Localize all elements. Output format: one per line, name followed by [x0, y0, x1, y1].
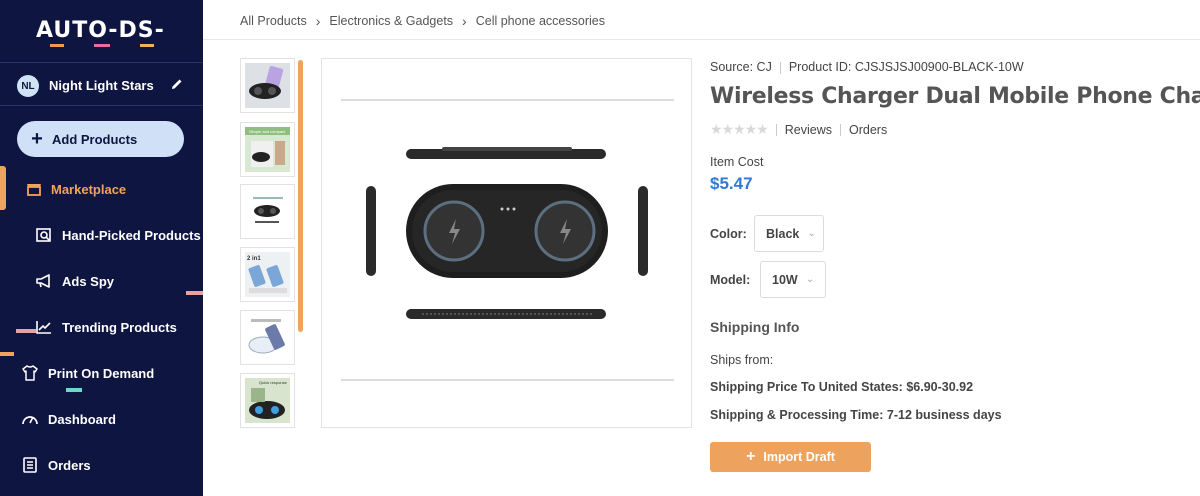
gauge-icon — [21, 410, 39, 428]
reviews-link[interactable]: Reviews — [785, 123, 832, 137]
sidebar-item-print-on-demand[interactable]: Print On Demand — [0, 358, 203, 388]
star-rating-icon: ★★★★★ — [710, 121, 769, 137]
sidebar-item-ads-spy[interactable]: Ads Spy — [0, 266, 203, 296]
sidebar-item-dashboard[interactable]: Dashboard — [0, 404, 203, 434]
header-divider — [203, 39, 1200, 40]
logo-text: AUTO-DS- — [36, 18, 165, 43]
thumbnail[interactable] — [240, 310, 295, 365]
add-products-button[interactable]: + Add Products — [17, 121, 184, 157]
thumbnail[interactable]: 2 in1 — [240, 247, 295, 302]
processing-time-label: Shipping & Processing Time: — [710, 408, 884, 422]
sidebar-item-label: Ads Spy — [62, 273, 115, 289]
tshirt-icon — [21, 364, 39, 382]
processing-time-value: 7-12 business days — [886, 408, 1002, 422]
sidebar-item-label: Orders — [48, 457, 91, 473]
orders-list-icon — [21, 456, 39, 474]
color-label: Color: — [710, 227, 747, 241]
sidebar-item-label: Hand-Picked Products — [62, 227, 201, 243]
thumbnail-scrollbar[interactable] — [298, 60, 303, 332]
store-selector[interactable]: NL Night Light Stars — [0, 62, 203, 106]
megaphone-icon — [35, 272, 53, 290]
chevron-right-icon: › — [462, 13, 467, 29]
model-label: Model: — [710, 273, 751, 287]
chevron-down-icon: ⌄ — [805, 274, 815, 285]
search-box-icon — [35, 226, 53, 244]
sidebar-item-trending[interactable]: Trending Products — [0, 312, 203, 342]
item-cost-label: Item Cost — [710, 155, 764, 169]
plus-icon: + — [746, 448, 756, 465]
chevron-right-icon: › — [315, 13, 321, 29]
sidebar-item-orders[interactable]: Orders — [0, 450, 203, 480]
autods-logo[interactable]: AUTO-DS- — [36, 18, 165, 47]
main-product-image[interactable] — [321, 58, 692, 428]
pencil-icon[interactable] — [170, 77, 184, 91]
item-cost-value: $5.47 — [710, 174, 753, 193]
chevron-down-icon: ⌄ — [807, 228, 816, 239]
add-products-label: Add Products — [52, 131, 138, 147]
processing-time-row: Shipping & Processing Time: 7-12 busines… — [710, 408, 1002, 422]
sidebar-item-label: Dashboard — [48, 411, 116, 427]
thumbnail-text: Simple and compact — [249, 129, 286, 134]
decoration — [186, 291, 203, 295]
thumbnail-text: Quick response — [259, 380, 288, 385]
decoration — [66, 388, 82, 392]
trending-chart-icon — [35, 318, 53, 336]
product-meta: Source: CJ Product ID: CJSJSJSJ00900-BLAC… — [710, 60, 1024, 74]
import-draft-button[interactable]: + Import Draft — [710, 442, 871, 472]
orders-link[interactable]: Orders — [849, 123, 887, 137]
source-label: Source: CJ — [710, 60, 772, 74]
shipping-price-row: Shipping Price To United States: $6.90-3… — [710, 380, 973, 394]
store-avatar: NL — [17, 75, 39, 97]
product-id-label: Product ID: CJSJSJSJ00900-BLACK-10W — [788, 60, 1024, 74]
color-select[interactable]: Black ⌄ — [754, 215, 824, 252]
model-select[interactable]: 10W ⌄ — [760, 261, 826, 298]
import-draft-label: Import Draft — [763, 450, 835, 464]
ships-from-label: Ships from: — [710, 353, 774, 367]
shipping-price-label: Shipping Price To United States: — [710, 380, 903, 394]
sidebar-item-marketplace[interactable]: Marketplace — [0, 174, 203, 204]
thumbnail-text: 2 in1 — [247, 256, 261, 262]
product-title: Wireless Charger Dual Mobile Phone Charg… — [710, 84, 1200, 109]
thumbnail[interactable]: Quick response — [240, 373, 295, 428]
shipping-info-heading: Shipping Info — [710, 319, 800, 335]
decoration — [0, 352, 14, 356]
store-name: Night Light Stars — [49, 78, 154, 93]
breadcrumb-item[interactable]: Electronics & Gadgets — [329, 14, 453, 28]
color-value: Black — [766, 226, 800, 241]
thumbnail[interactable]: Simple and compact — [240, 122, 295, 177]
shipping-price-value: $6.90-30.92 — [906, 380, 974, 394]
decoration — [16, 329, 36, 333]
sidebar: AUTO-DS- NL Night Light Stars + Add Prod… — [0, 0, 203, 496]
breadcrumb-item[interactable]: Cell phone accessories — [476, 14, 605, 28]
sidebar-item-label: Marketplace — [51, 181, 127, 197]
thumbnail[interactable] — [240, 58, 295, 113]
breadcrumb: All Products › Electronics & Gadgets › C… — [240, 13, 605, 29]
plus-icon: + — [31, 128, 43, 150]
model-value: 10W — [772, 272, 798, 287]
rating-row: ★★★★★ Reviews Orders — [710, 121, 887, 138]
sidebar-item-label: Print On Demand — [48, 365, 155, 381]
sidebar-item-hand-picked[interactable]: Hand-Picked Products — [0, 220, 203, 250]
breadcrumb-item[interactable]: All Products — [240, 14, 307, 28]
sidebar-item-label: Trending Products — [62, 319, 177, 335]
store-icon — [25, 180, 43, 198]
thumbnail[interactable] — [240, 184, 295, 239]
